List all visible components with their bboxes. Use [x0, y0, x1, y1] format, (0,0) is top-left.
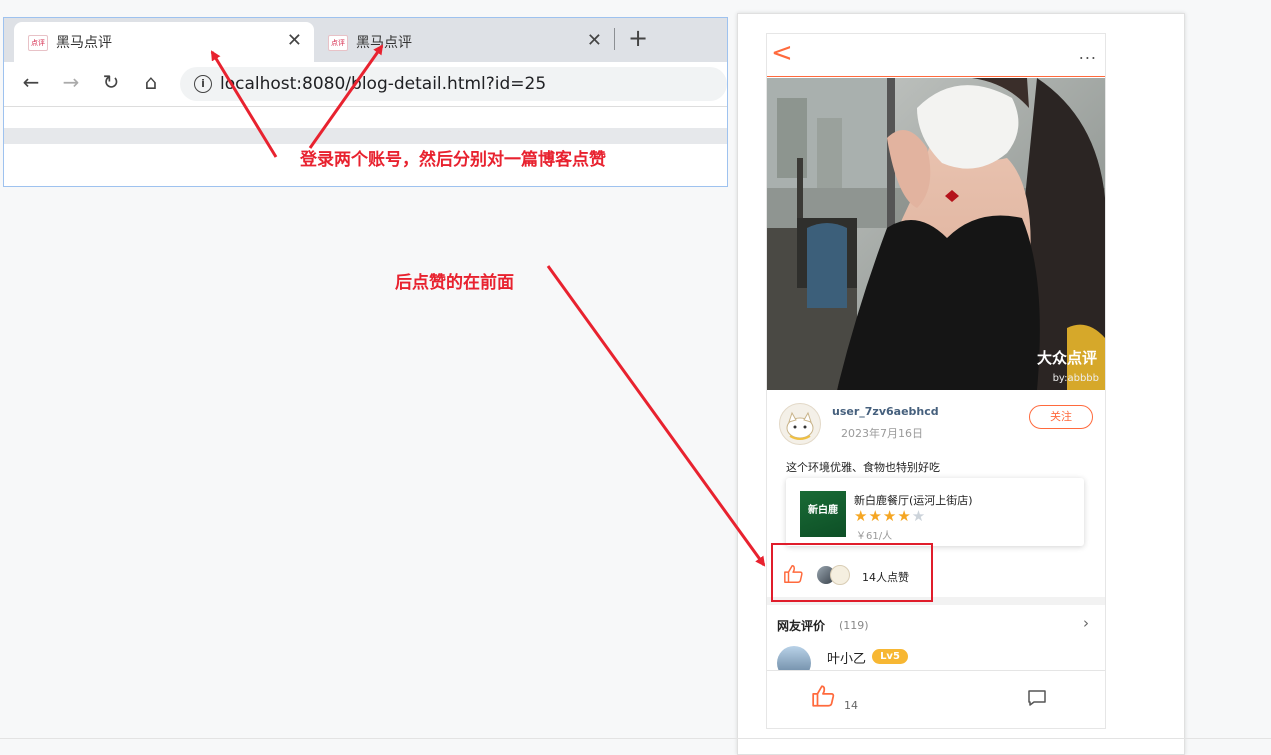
arrow-to-tab2 — [308, 44, 384, 149]
annotation-note: 后点赞的在前面 — [395, 273, 514, 293]
page-divider — [0, 738, 1271, 739]
arrow-to-likes — [546, 265, 766, 567]
highlight-box — [771, 543, 933, 602]
annotation-arrows — [210, 44, 766, 567]
arrow-to-tab1 — [210, 50, 278, 158]
annotation-note: 登录两个账号，然后分别对一篇博客点赞 — [300, 150, 606, 170]
